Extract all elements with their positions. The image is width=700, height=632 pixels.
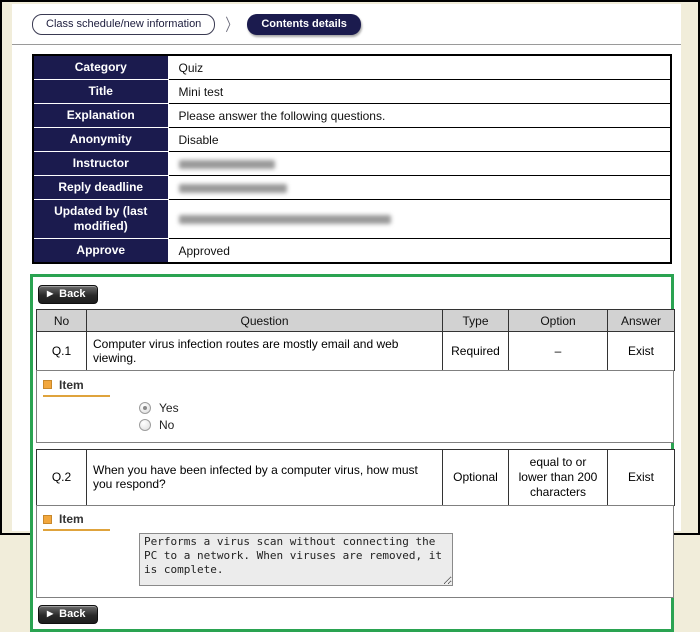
back-button-label: Back: [59, 288, 85, 300]
q1-option: –: [509, 332, 608, 371]
table-row: Instructor: [33, 152, 671, 176]
table-row: Explanation Please answer the following …: [33, 104, 671, 128]
details-label-anonymity: Anonymity: [33, 128, 168, 152]
question-table-q1: No Question Type Option Answer Q.1 Compu…: [36, 309, 675, 371]
redacted-value: [179, 160, 275, 169]
details-value-approve: Approved: [168, 239, 671, 264]
question-row-q2: Q.2 When you have been infected by a com…: [37, 449, 675, 505]
question-table-q2: Q.2 When you have been infected by a com…: [36, 449, 675, 506]
q2-answer-textarea[interactable]: Performs a virus scan without connecting…: [139, 533, 453, 586]
item-label-text: Item: [59, 512, 84, 526]
q1-choices: Yes No: [139, 400, 665, 434]
table-row: Reply deadline: [33, 176, 671, 200]
redacted-value: [179, 184, 287, 193]
q2-answer: Exist: [608, 449, 675, 505]
radio-button-no[interactable]: [139, 419, 151, 431]
column-header-type: Type: [443, 310, 509, 332]
choice-row-no[interactable]: No: [139, 417, 665, 434]
breadcrumb-current-page: Contents details: [247, 14, 361, 35]
question-header-row: No Question Type Option Answer: [37, 310, 675, 332]
q1-item-box: Item Yes No: [36, 370, 674, 443]
item-label-text: Item: [59, 378, 84, 392]
q2-option: equal to or lower than 200 characters: [509, 449, 608, 505]
table-row: Approve Approved: [33, 239, 671, 264]
page-frame: Class schedule/new information 〉 Content…: [0, 0, 700, 535]
details-label-title: Title: [33, 80, 168, 104]
details-value-category: Quiz: [168, 55, 671, 80]
item-label: Item: [43, 512, 110, 531]
choice-row-yes[interactable]: Yes: [139, 400, 665, 417]
details-label-category: Category: [33, 55, 168, 80]
play-arrow-icon: ▶: [47, 290, 53, 298]
q1-no: Q.1: [37, 332, 87, 371]
content-panel: Class schedule/new information 〉 Content…: [12, 4, 681, 531]
details-label-approve: Approve: [33, 239, 168, 264]
details-value-anonymity: Disable: [168, 128, 671, 152]
item-bullet-icon: [43, 380, 52, 389]
details-label-explanation: Explanation: [33, 104, 168, 128]
q2-question: When you have been infected by a compute…: [87, 449, 443, 505]
details-value-instructor: [168, 152, 671, 176]
details-label-updated-by: Updated by (last modified): [33, 200, 168, 239]
table-row: Anonymity Disable: [33, 128, 671, 152]
choice-label-no: No: [159, 418, 174, 432]
q1-answer: Exist: [608, 332, 675, 371]
column-header-answer: Answer: [608, 310, 675, 332]
item-bullet-icon: [43, 515, 52, 524]
q1-question: Computer virus infection routes are most…: [87, 332, 443, 371]
column-header-no: No: [37, 310, 87, 332]
column-header-question: Question: [87, 310, 443, 332]
details-label-reply-deadline: Reply deadline: [33, 176, 168, 200]
choice-label-yes: Yes: [159, 401, 179, 415]
breadcrumb-separator-icon: 〉: [225, 13, 237, 37]
radio-button-yes[interactable]: [139, 402, 151, 414]
back-button-label: Back: [59, 608, 85, 620]
q1-type: Required: [443, 332, 509, 371]
table-row: Updated by (last modified): [33, 200, 671, 239]
details-table: Category Quiz Title Mini test Explanatio…: [32, 54, 672, 264]
answer-section: ▶ Back No Question Type Option Answer Q.…: [30, 274, 674, 632]
play-arrow-icon: ▶: [47, 610, 53, 618]
back-button-bottom[interactable]: ▶ Back: [38, 605, 98, 624]
q2-type: Optional: [443, 449, 509, 505]
details-value-updated-by: [168, 200, 671, 239]
details-value-title: Mini test: [168, 80, 671, 104]
table-row: Category Quiz: [33, 55, 671, 80]
details-value-reply-deadline: [168, 176, 671, 200]
details-value-explanation: Please answer the following questions.: [168, 104, 671, 128]
question-row-q1: Q.1 Computer virus infection routes are …: [37, 332, 675, 371]
breadcrumb-parent-link[interactable]: Class schedule/new information: [32, 14, 215, 35]
column-header-option: Option: [509, 310, 608, 332]
q2-no: Q.2: [37, 449, 87, 505]
item-label: Item: [43, 378, 110, 397]
back-button-top[interactable]: ▶ Back: [38, 285, 98, 304]
divider: [12, 44, 681, 45]
details-label-instructor: Instructor: [33, 152, 168, 176]
breadcrumb: Class schedule/new information 〉 Content…: [12, 4, 681, 35]
table-row: Title Mini test: [33, 80, 671, 104]
q2-item-box: Item Performs a virus scan without conne…: [36, 505, 674, 599]
redacted-value: [179, 215, 391, 224]
